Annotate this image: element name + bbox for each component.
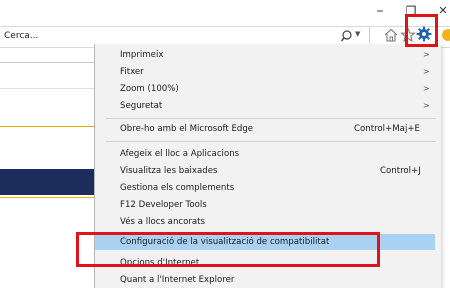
page-divider — [0, 62, 95, 63]
chevron-down-icon[interactable]: ▼ — [355, 30, 360, 38]
submenu-arrow-icon: > — [423, 50, 430, 59]
menu-item-open-edge[interactable]: Obre-ho amb el Microsoft Edge — [120, 124, 253, 134]
menu-item-file[interactable]: Fitxer — [120, 67, 144, 77]
menu-separator — [106, 141, 436, 142]
menu-item-security[interactable]: Seguretat — [120, 101, 162, 111]
page-divider — [0, 197, 95, 198]
home-icon[interactable] — [383, 27, 399, 43]
shortcut-label: Control+Maj+E — [354, 124, 420, 134]
menu-item-zoom[interactable]: Zoom (100%) — [120, 84, 179, 94]
submenu-arrow-icon: > — [423, 101, 430, 110]
annotation-box-gear — [405, 14, 438, 47]
menu-item-about[interactable]: Quant a l'Internet Explorer — [120, 275, 234, 285]
search-input[interactable]: Cerca... — [4, 31, 38, 41]
page-divider — [0, 88, 95, 89]
minimize-button[interactable]: – — [365, 0, 395, 22]
annotation-box-compatibility — [76, 232, 380, 267]
submenu-arrow-icon: > — [423, 84, 430, 93]
page-banner — [0, 169, 95, 195]
toolbar-divider — [369, 27, 370, 43]
menu-item-view-downloads[interactable]: Visualitza les baixades — [120, 166, 218, 176]
menu-item-pinned-sites[interactable]: Vés a llocs ancorats — [120, 217, 205, 227]
menu-item-developer-tools[interactable]: F12 Developer Tools — [120, 200, 207, 210]
menu-item-manage-addons[interactable]: Gestiona els complements — [120, 183, 234, 193]
page-divider — [0, 126, 95, 127]
menu-item-print[interactable]: Imprimeix — [120, 50, 163, 60]
submenu-arrow-icon: > — [423, 67, 430, 76]
smiley-icon[interactable] — [440, 27, 450, 43]
shortcut-label: Control+J — [380, 166, 421, 176]
menu-separator — [106, 118, 436, 119]
menu-item-add-site-apps[interactable]: Afegeix el lloc a Aplicacions — [120, 149, 239, 159]
